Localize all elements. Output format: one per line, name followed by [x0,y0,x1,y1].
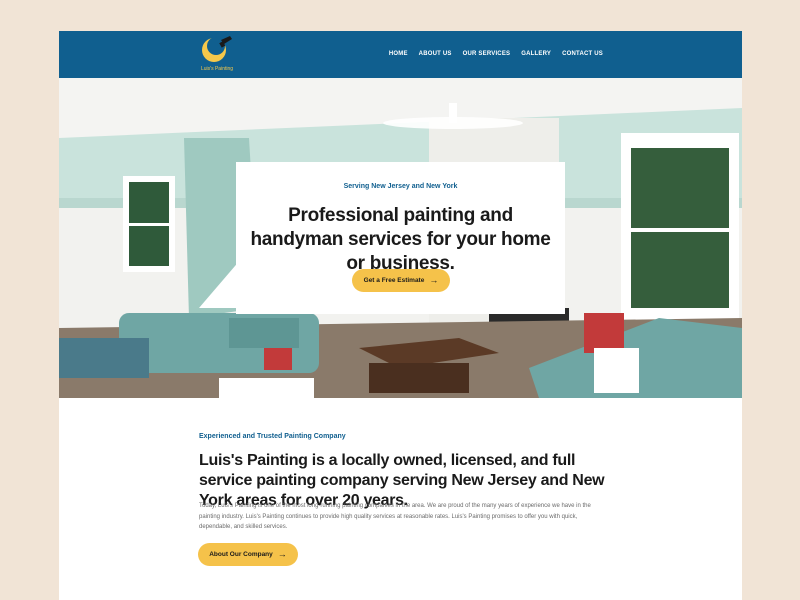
hero-eyebrow: Serving New Jersey and New York [343,183,458,190]
get-free-estimate-button[interactable]: Get a Free Estimate → [352,269,450,292]
arrow-right-icon: → [429,275,439,285]
arrow-right-icon: → [277,549,287,559]
about-cta-label: About Our Company [209,551,273,558]
nav-item-our-services[interactable]: OUR SERVICES [463,51,511,57]
about-our-company-button[interactable]: About Our Company → [198,543,298,566]
nav-item-about-us[interactable]: ABOUT US [419,51,452,57]
logo-icon [202,36,232,62]
brand-logo[interactable]: Luis's Painting [197,34,237,76]
nav-item-gallery[interactable]: GALLERY [521,51,551,57]
hero-card: Serving New Jersey and New York Professi… [236,162,565,314]
navbar: Luis's Painting HOME ABOUT US OUR SERVIC… [59,31,742,78]
nav-item-contact-us[interactable]: CONTACT US [562,51,603,57]
brand-name: Luis's Painting [200,66,234,72]
about-body: Today, Luis's Painting is one of the mos… [199,503,591,530]
hero-title: Professional painting and handyman servi… [250,205,551,274]
nav-menu: HOME ABOUT US OUR SERVICES GALLERY CONTA… [389,51,603,57]
hero-section: Serving New Jersey and New York Professi… [59,78,742,398]
hero-cta-label: Get a Free Estimate [363,277,425,284]
about-eyebrow: Experienced and Trusted Painting Company [199,433,346,440]
page: Luis's Painting HOME ABOUT US OUR SERVIC… [59,31,742,600]
nav-item-home[interactable]: HOME [389,51,408,57]
